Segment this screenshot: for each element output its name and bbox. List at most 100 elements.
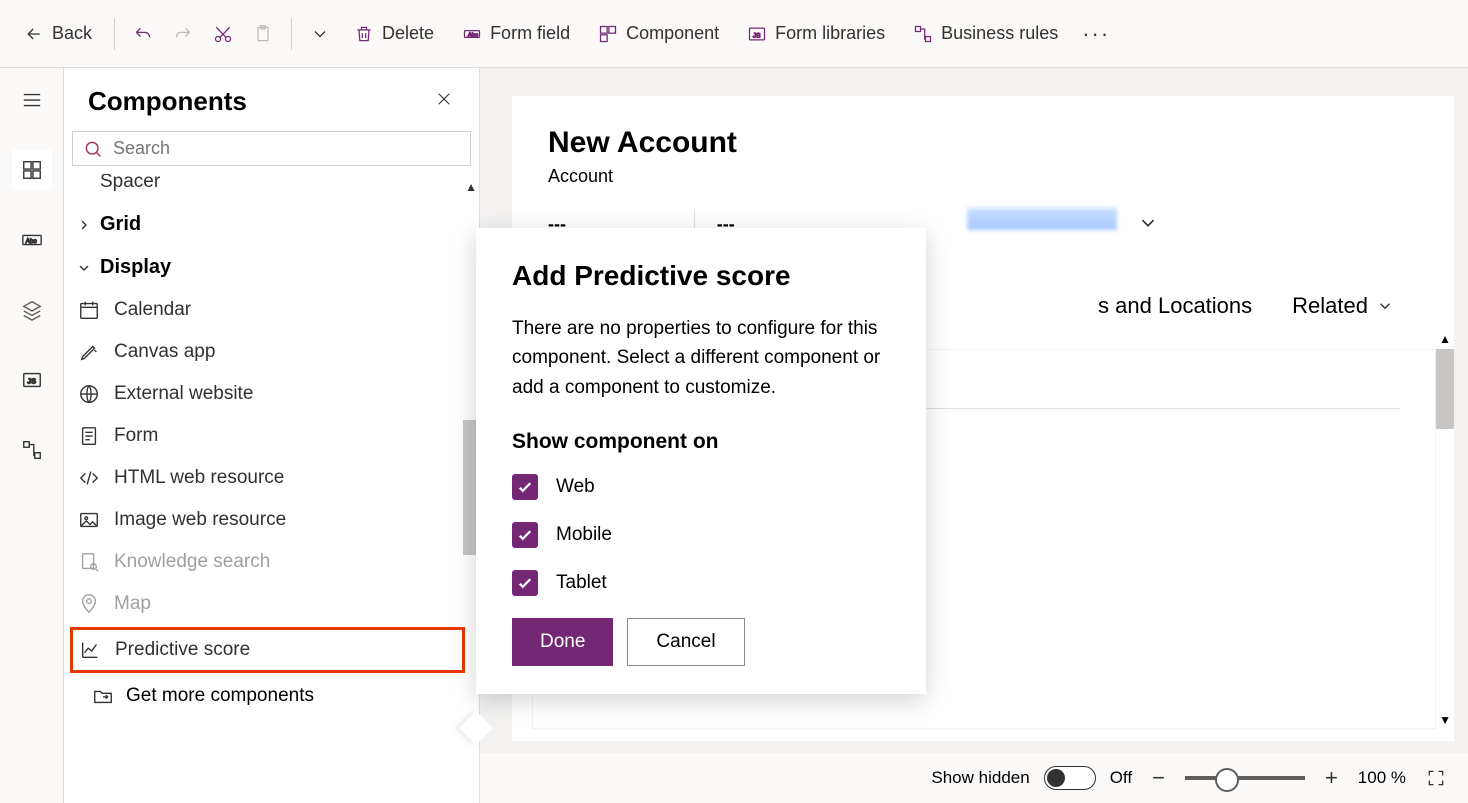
redo-icon bbox=[173, 24, 193, 44]
fit-button[interactable] bbox=[1420, 762, 1452, 794]
status-bar: Show hidden Off − + 100 % bbox=[480, 753, 1468, 803]
item-calendar-label: Calendar bbox=[114, 299, 191, 321]
item-external-label: External website bbox=[114, 383, 253, 405]
checkbox-mobile[interactable]: Mobile bbox=[512, 522, 890, 548]
zoom-out-button[interactable]: − bbox=[1146, 759, 1171, 797]
search-input[interactable] bbox=[113, 138, 460, 159]
check-icon bbox=[516, 574, 534, 592]
paste-button[interactable] bbox=[247, 18, 279, 50]
redo-button[interactable] bbox=[167, 18, 199, 50]
checkbox-mobile-label: Mobile bbox=[556, 524, 612, 546]
field-icon: Abc bbox=[462, 24, 482, 44]
form-libraries-button[interactable]: JS Form libraries bbox=[737, 17, 895, 50]
item-html[interactable]: HTML web resource bbox=[64, 457, 473, 499]
cancel-button[interactable]: Cancel bbox=[627, 618, 744, 666]
item-html-label: HTML web resource bbox=[114, 467, 284, 489]
panel-close-button[interactable] bbox=[429, 84, 459, 119]
component-icon bbox=[598, 24, 618, 44]
doc-search-icon bbox=[78, 551, 100, 573]
search-wrap[interactable] bbox=[72, 131, 471, 166]
js-icon: JS bbox=[747, 24, 767, 44]
delete-button[interactable]: Delete bbox=[344, 17, 444, 50]
dropdown-button[interactable] bbox=[304, 18, 336, 50]
kpi-expand[interactable] bbox=[1137, 212, 1159, 263]
more-button[interactable]: ··· bbox=[1076, 15, 1116, 53]
undo-button[interactable] bbox=[127, 18, 159, 50]
checkbox-tablet[interactable]: Tablet bbox=[512, 570, 890, 596]
zoom-in-button[interactable]: + bbox=[1319, 759, 1344, 797]
divider bbox=[291, 18, 292, 50]
tab-related[interactable]: Related bbox=[1292, 293, 1394, 319]
form-title: New Account bbox=[548, 126, 1418, 160]
checkbox-web-box[interactable] bbox=[512, 474, 538, 500]
done-button[interactable]: Done bbox=[512, 618, 613, 666]
list-item-spacer[interactable]: Spacer bbox=[64, 174, 473, 203]
get-more-label: Get more components bbox=[126, 685, 314, 707]
chevron-right-icon bbox=[76, 217, 92, 233]
show-hidden-label: Show hidden bbox=[931, 768, 1029, 788]
item-image-label: Image web resource bbox=[114, 509, 286, 531]
show-hidden-toggle[interactable] bbox=[1044, 766, 1096, 790]
item-canvas-label: Canvas app bbox=[114, 341, 215, 363]
rail-field-button[interactable]: Abc bbox=[12, 220, 52, 260]
arrow-left-icon bbox=[24, 24, 44, 44]
zoom-value: 100 % bbox=[1358, 768, 1406, 788]
chevron-down-icon bbox=[310, 24, 330, 44]
item-predictive[interactable]: Predictive score bbox=[70, 627, 465, 673]
calendar-icon bbox=[78, 299, 100, 321]
components-list[interactable]: ▲ Spacer Grid Display Calendar Canvas ap… bbox=[64, 174, 479, 803]
panel-title: Components bbox=[88, 86, 247, 117]
divider bbox=[114, 18, 115, 50]
image-icon bbox=[78, 509, 100, 531]
rail-js-button[interactable]: JS bbox=[12, 360, 52, 400]
rail-layers-button[interactable] bbox=[12, 290, 52, 330]
business-rules-label: Business rules bbox=[941, 23, 1058, 44]
group-display[interactable]: Display bbox=[64, 246, 473, 289]
rail-components-button[interactable] bbox=[12, 150, 52, 190]
tab-related-label: Related bbox=[1292, 293, 1368, 319]
zoom-slider[interactable] bbox=[1185, 776, 1305, 780]
tab-locations[interactable]: s and Locations bbox=[1098, 293, 1252, 319]
item-map[interactable]: Map bbox=[64, 583, 473, 625]
item-knowledge-label: Knowledge search bbox=[114, 551, 270, 573]
hamburger-button[interactable] bbox=[12, 80, 52, 120]
item-calendar[interactable]: Calendar bbox=[64, 289, 473, 331]
pencil-icon bbox=[78, 341, 100, 363]
scroll-down-icon[interactable]: ▼ bbox=[1439, 713, 1451, 727]
undo-icon bbox=[133, 24, 153, 44]
component-button[interactable]: Component bbox=[588, 17, 729, 50]
form-field-button[interactable]: Abc Form field bbox=[452, 17, 580, 50]
item-image[interactable]: Image web resource bbox=[64, 499, 473, 541]
item-knowledge[interactable]: Knowledge search bbox=[64, 541, 473, 583]
grid-icon bbox=[21, 159, 43, 181]
checkbox-web[interactable]: Web bbox=[512, 474, 890, 500]
js-small-icon: JS bbox=[21, 369, 43, 391]
top-toolbar: Back Delete Abc Form field Component JS … bbox=[0, 0, 1468, 68]
components-panel: Components ▲ Spacer Grid Display Calenda… bbox=[64, 68, 480, 803]
fit-icon bbox=[1426, 768, 1446, 788]
group-grid[interactable]: Grid bbox=[64, 203, 473, 246]
rules-small-icon bbox=[21, 439, 43, 461]
form-libraries-label: Form libraries bbox=[775, 23, 885, 44]
checkbox-mobile-box[interactable] bbox=[512, 522, 538, 548]
cut-button[interactable] bbox=[207, 18, 239, 50]
pin-icon bbox=[78, 593, 100, 615]
code-icon bbox=[78, 467, 100, 489]
chevron-down-icon bbox=[1376, 297, 1394, 315]
item-canvas[interactable]: Canvas app bbox=[64, 331, 473, 373]
back-button[interactable]: Back bbox=[14, 17, 102, 50]
hamburger-icon bbox=[21, 89, 43, 111]
item-external[interactable]: External website bbox=[64, 373, 473, 415]
business-rules-button[interactable]: Business rules bbox=[903, 17, 1068, 50]
checkbox-tablet-box[interactable] bbox=[512, 570, 538, 596]
item-form[interactable]: Form bbox=[64, 415, 473, 457]
abc-icon: Abc bbox=[21, 229, 43, 251]
scroll-up-icon[interactable]: ▲ bbox=[465, 180, 477, 194]
delete-label: Delete bbox=[382, 23, 434, 44]
form-scrollbar[interactable] bbox=[1436, 349, 1454, 429]
scroll-up-icon[interactable]: ▲ bbox=[1439, 332, 1451, 346]
rail-rules-button[interactable] bbox=[12, 430, 52, 470]
item-form-label: Form bbox=[114, 425, 158, 447]
kpi-blurred bbox=[967, 208, 1117, 230]
get-more-link[interactable]: Get more components bbox=[64, 675, 473, 717]
